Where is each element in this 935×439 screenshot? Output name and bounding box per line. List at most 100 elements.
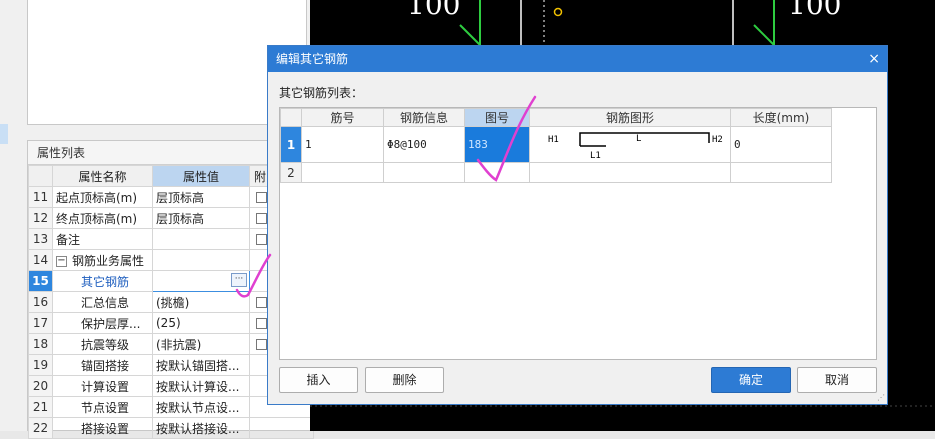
- header-shape-no[interactable]: 图号: [464, 108, 530, 127]
- row-number[interactable]: 22: [28, 417, 53, 439]
- row-number[interactable]: 13: [28, 228, 53, 250]
- close-icon[interactable]: ×: [868, 51, 880, 67]
- dialog-list-label: 其它钢筋列表：: [279, 86, 364, 100]
- row-number[interactable]: 21: [28, 396, 53, 418]
- table-row[interactable]: 22 搭接设置 按默认搭接设...: [28, 417, 314, 439]
- property-name-label: 锚固搭接: [81, 358, 130, 373]
- bar-no-cell[interactable]: [301, 162, 384, 183]
- length-cell[interactable]: 0: [730, 126, 832, 163]
- row-number[interactable]: 17: [28, 312, 53, 334]
- attach-checkbox[interactable]: [256, 339, 267, 350]
- property-name-label: 保护层厚...: [81, 316, 141, 331]
- bar-info-cell[interactable]: Φ8@100: [383, 126, 465, 163]
- property-name-label: 搭接设置: [81, 421, 130, 436]
- shape-label-l1: L1: [590, 151, 601, 161]
- shape-path-top: [579, 131, 710, 146]
- property-name-cell[interactable]: 抗震等级: [52, 333, 153, 355]
- header-property-name: 属性名称: [52, 165, 153, 187]
- bar-info-cell[interactable]: [383, 162, 465, 183]
- bar-no-cell[interactable]: 1: [301, 126, 384, 163]
- cad-point-marker: [553, 7, 563, 17]
- property-name-cell[interactable]: 保护层厚...: [52, 312, 153, 334]
- shape-label-h2: H2: [712, 135, 723, 145]
- cad-green-arrow-left: [459, 24, 481, 46]
- rebar-table-header: 筋号 钢筋信息 图号 钢筋图形 长度(mm): [280, 108, 832, 127]
- property-name-cell[interactable]: 备注: [52, 228, 153, 250]
- property-value-cell[interactable]: (25): [152, 312, 250, 334]
- header-num: [28, 165, 53, 187]
- header-bar-info[interactable]: 钢筋信息: [383, 108, 465, 127]
- property-value-cell[interactable]: (非抗震): [152, 333, 250, 355]
- property-name-label: 钢筋业务属性: [72, 253, 145, 268]
- bar-shape-cell[interactable]: H1 L H2 L1: [529, 126, 731, 163]
- property-name-cell[interactable]: − 钢筋业务属性: [52, 249, 153, 271]
- attach-checkbox[interactable]: [256, 192, 267, 203]
- attach-checkbox[interactable]: [256, 297, 267, 308]
- row-number[interactable]: 11: [28, 186, 53, 208]
- cancel-button[interactable]: 取消: [797, 367, 877, 393]
- header-bar-shape[interactable]: 钢筋图形: [529, 108, 731, 127]
- property-name-cell[interactable]: 其它钢筋: [52, 270, 153, 292]
- rebar-shape-diagram: H1 L H2 L1: [548, 131, 723, 161]
- property-name-cell[interactable]: 起点顶标高(m): [52, 186, 153, 208]
- property-name-label: 抗震等级: [81, 337, 130, 352]
- property-name-label: 备注: [56, 232, 81, 247]
- shape-no-cell[interactable]: [464, 162, 530, 183]
- property-name-cell[interactable]: 节点设置: [52, 396, 153, 418]
- attach-checkbox[interactable]: [256, 213, 267, 224]
- ok-button[interactable]: 确定: [711, 367, 791, 393]
- table-row[interactable]: 2: [280, 162, 832, 183]
- property-value-cell[interactable]: 层顶标高: [152, 186, 250, 208]
- property-value-cell[interactable]: ···: [152, 270, 250, 292]
- property-name-cell[interactable]: 锚固搭接: [52, 354, 153, 376]
- row-number[interactable]: 15: [28, 270, 53, 292]
- delete-button[interactable]: 删除: [365, 367, 444, 393]
- left-workspace: 属性列表 属性名称 属性值 附 11 起点顶标高(m) 层顶标高 12 终点顶标高(m)…: [0, 0, 314, 439]
- header-rownum: [280, 108, 302, 127]
- attach-cell: [249, 417, 314, 439]
- attach-checkbox[interactable]: [256, 234, 267, 245]
- row-number[interactable]: 12: [28, 207, 53, 229]
- header-property-value: 属性值: [152, 165, 250, 187]
- rebar-table: 筋号 钢筋信息 图号 钢筋图形 长度(mm) 1 1 Φ8@100 183 H1: [280, 108, 832, 183]
- property-name-cell[interactable]: 搭接设置: [52, 417, 153, 439]
- property-name-label: 终点顶标高(m): [56, 211, 138, 226]
- property-value-cell[interactable]: [152, 228, 250, 250]
- header-length[interactable]: 长度(mm): [730, 108, 832, 127]
- property-name-cell[interactable]: 终点顶标高(m): [52, 207, 153, 229]
- ellipsis-button[interactable]: ···: [231, 273, 247, 287]
- header-bar-no[interactable]: 筋号: [301, 108, 384, 127]
- row-number[interactable]: 19: [28, 354, 53, 376]
- table-row[interactable]: 1 1 Φ8@100 183 H1 L H2 L1 0: [280, 126, 832, 163]
- resize-grip-icon[interactable]: ⋰: [877, 394, 885, 402]
- bar-shape-cell[interactable]: [529, 162, 731, 183]
- row-number[interactable]: 18: [28, 333, 53, 355]
- insert-button[interactable]: 插入: [279, 367, 358, 393]
- cad-green-arrow-right: [753, 24, 775, 46]
- property-value-cell[interactable]: 按默认节点设...: [152, 396, 250, 418]
- shape-label-h1: H1: [548, 135, 559, 145]
- length-cell[interactable]: [730, 162, 832, 183]
- property-name-cell[interactable]: 计算设置: [52, 375, 153, 397]
- property-name-cell[interactable]: 汇总信息: [52, 291, 153, 313]
- property-value-cell[interactable]: [152, 249, 250, 271]
- property-value-cell[interactable]: 按默认锚固搭...: [152, 354, 250, 376]
- nav-strip[interactable]: [0, 124, 8, 144]
- shape-label-l: L: [636, 134, 641, 144]
- dialog-title: 编辑其它钢筋: [268, 46, 887, 72]
- property-value-cell[interactable]: 按默认搭接设...: [152, 417, 250, 439]
- attach-checkbox[interactable]: [256, 318, 267, 329]
- row-number[interactable]: 2: [280, 162, 302, 183]
- row-number[interactable]: 14: [28, 249, 53, 271]
- row-number[interactable]: 1: [280, 126, 302, 163]
- collapse-icon[interactable]: −: [56, 255, 67, 267]
- row-number[interactable]: 16: [28, 291, 53, 313]
- shape-no-cell[interactable]: 183: [464, 126, 530, 163]
- property-name-label: 起点顶标高(m): [56, 190, 138, 205]
- property-value-cell[interactable]: 按默认计算设...: [152, 375, 250, 397]
- component-list-area: [27, 0, 307, 125]
- row-number[interactable]: 20: [28, 375, 53, 397]
- rebar-grid: 筋号 钢筋信息 图号 钢筋图形 长度(mm) 1 1 Φ8@100 183 H1: [279, 107, 877, 360]
- property-value-cell[interactable]: 层顶标高: [152, 207, 250, 229]
- property-value-cell[interactable]: (挑檐): [152, 291, 250, 313]
